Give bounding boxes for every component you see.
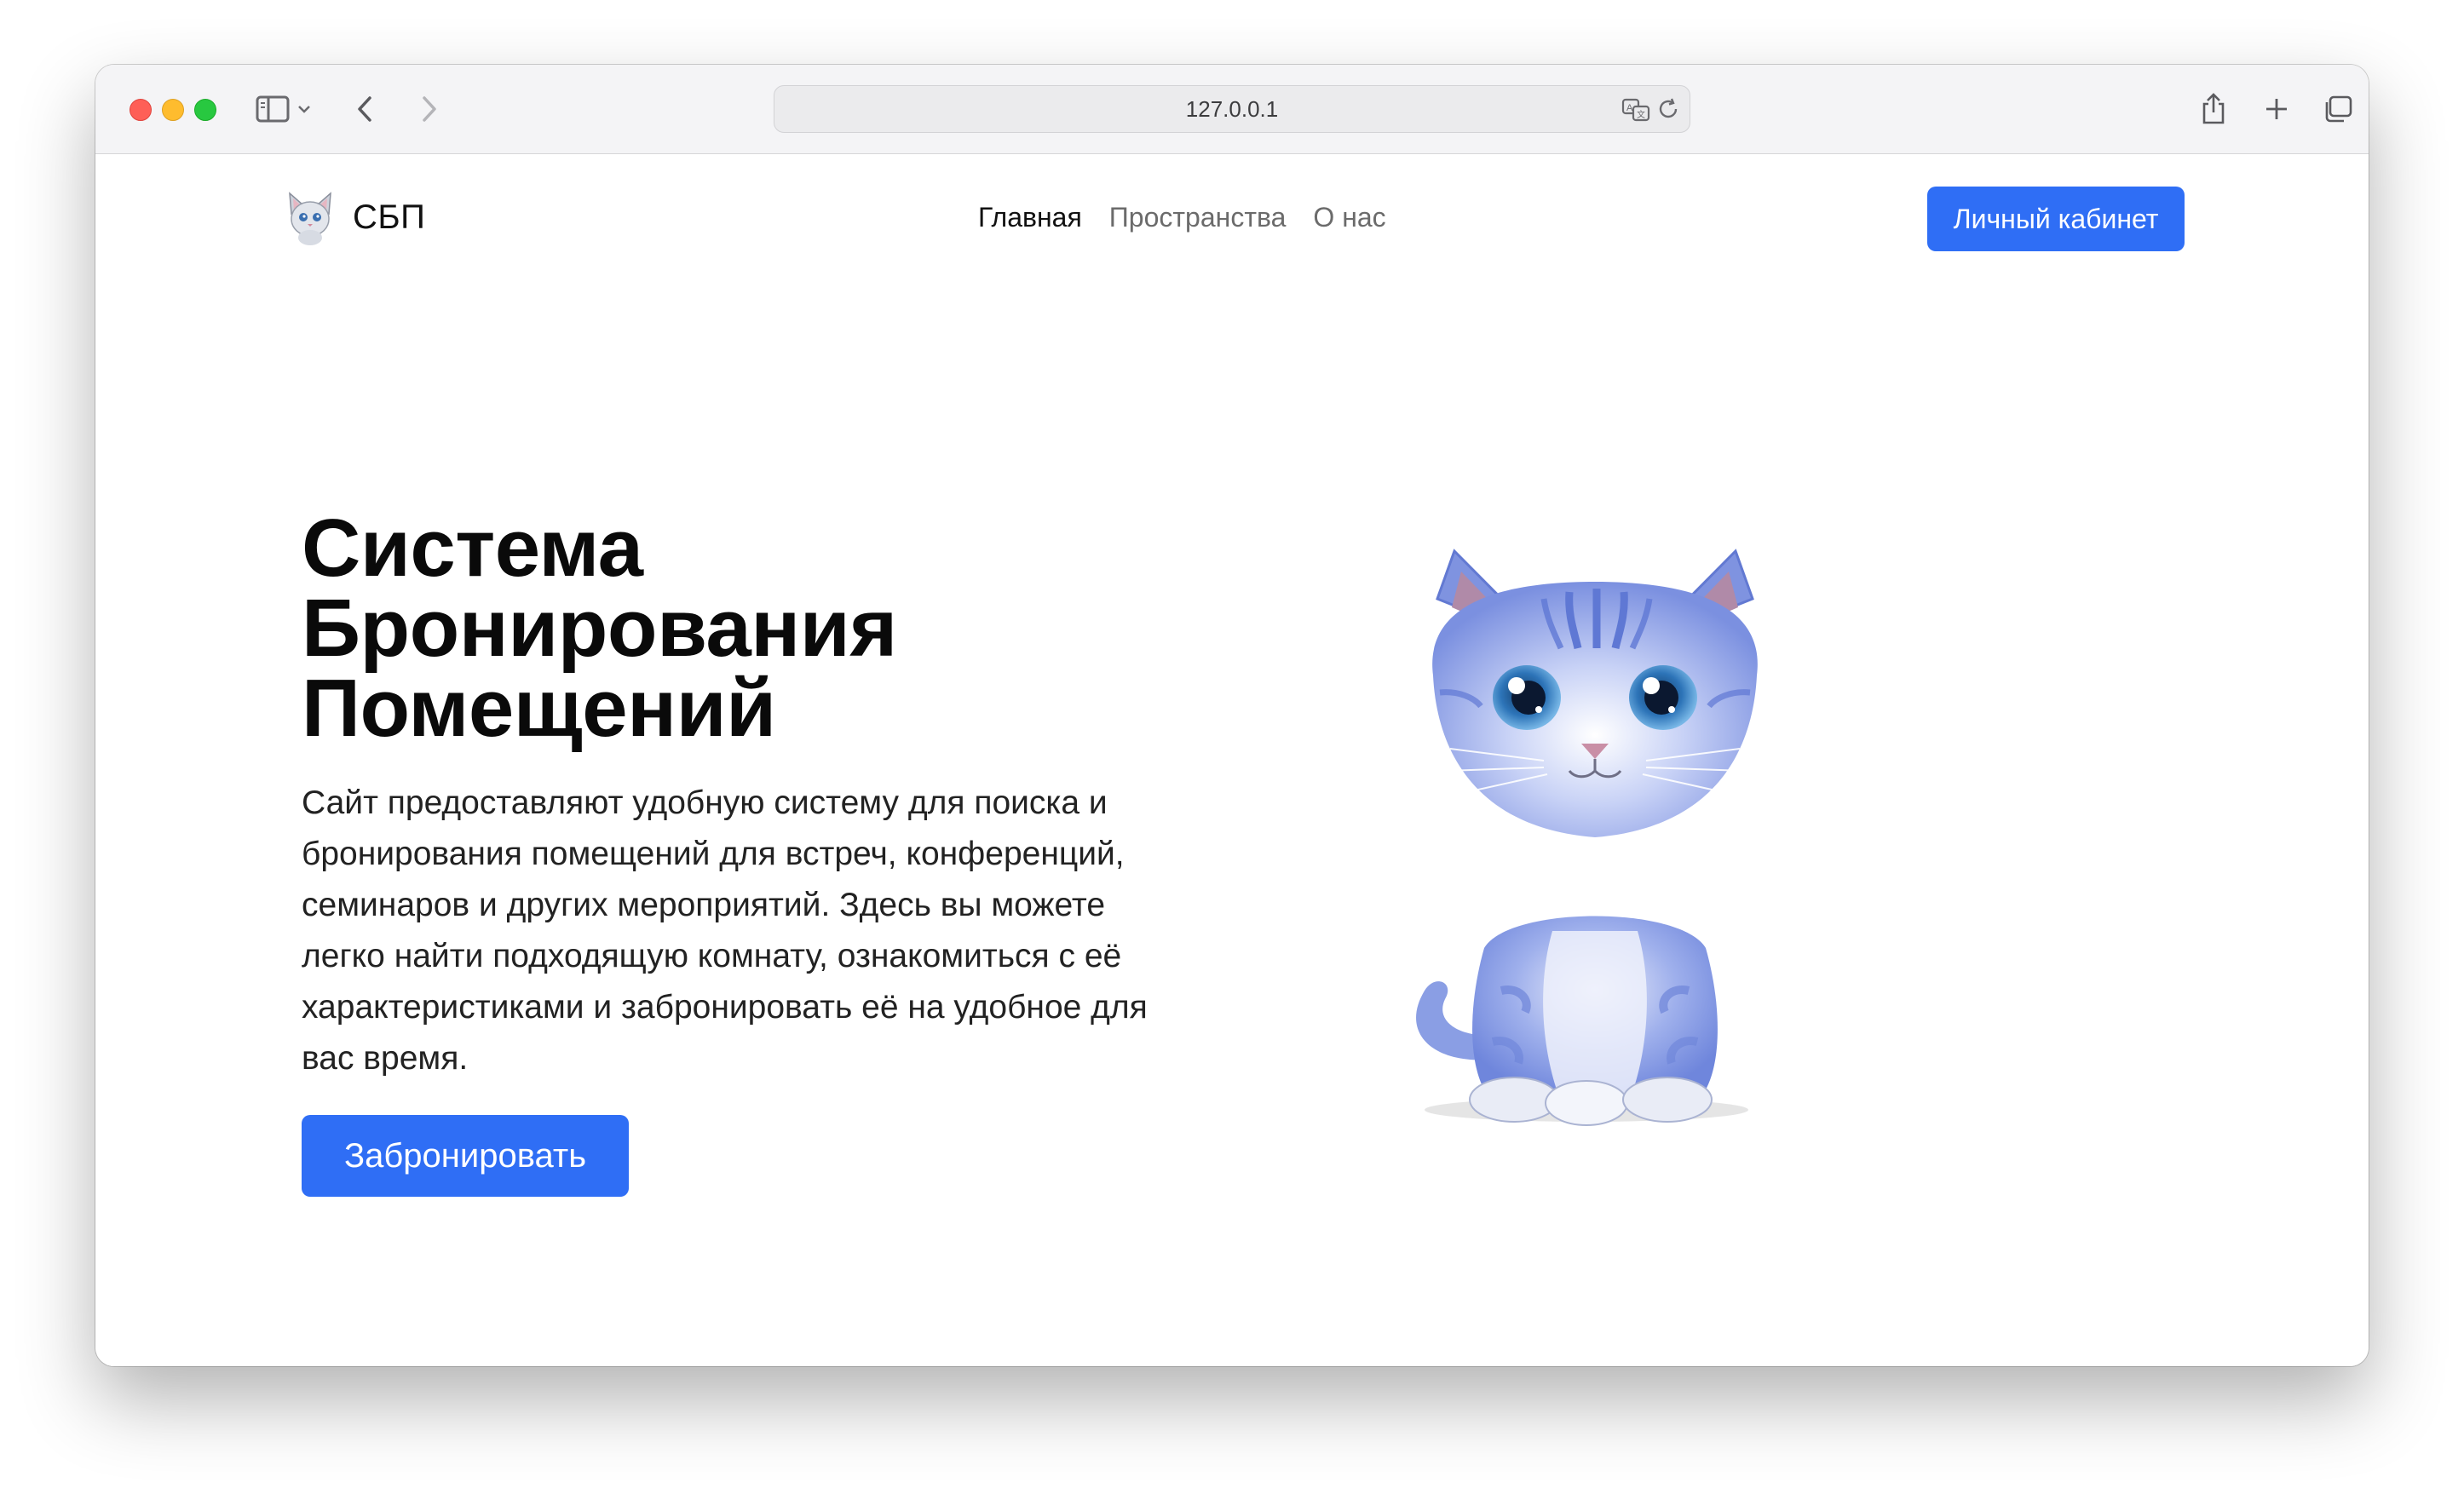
hero-title-line: Бронирования [302, 583, 897, 674]
cat-illustration [1416, 549, 1758, 1126]
page-content: СБП Главная Пространства О нас Личный ка… [95, 154, 2369, 1366]
sidebar-icon[interactable] [252, 89, 293, 129]
nav-link-spaces[interactable]: Пространства [1109, 195, 1287, 239]
account-button[interactable]: Личный кабинет [1927, 187, 2185, 251]
brand[interactable]: СБП [281, 185, 425, 250]
share-icon[interactable] [2193, 89, 2234, 129]
back-icon[interactable] [344, 89, 385, 129]
book-button[interactable]: Забронировать [302, 1115, 629, 1197]
url-text: 127.0.0.1 [1185, 96, 1279, 122]
cat-logo-icon [289, 192, 331, 245]
tabs-overview-icon[interactable] [2317, 89, 2358, 129]
chevron-down-icon[interactable] [291, 89, 317, 129]
hero-title: Система Бронирования Помещений [302, 508, 897, 750]
minimize-window-button[interactable] [162, 99, 184, 121]
hero-description: Сайт предоставляют удобную систему для п… [302, 784, 1148, 1077]
browser-toolbar: 127.0.0.1 A文 [95, 65, 2369, 154]
translate-icon[interactable]: A文 [1621, 96, 1650, 124]
address-bar[interactable]: 127.0.0.1 A文 [774, 85, 1690, 133]
forward-icon[interactable] [409, 89, 450, 129]
svg-text:A: A [1626, 103, 1633, 113]
browser-window: 127.0.0.1 A文 СБП Главная Пространства О … [95, 65, 2369, 1366]
nav-link-home[interactable]: Главная [978, 195, 1082, 239]
zoom-window-button[interactable] [194, 99, 216, 121]
reload-icon[interactable] [1655, 96, 1683, 124]
nav-link-about[interactable]: О нас [1313, 195, 1385, 239]
hero-title-line: Помещений [302, 663, 776, 754]
close-window-button[interactable] [130, 99, 152, 121]
main-nav: Главная Пространства О нас [978, 195, 1386, 239]
svg-text:文: 文 [1637, 109, 1645, 120]
hero-title-line: Система [302, 503, 643, 594]
brand-name: СБП [353, 198, 426, 236]
new-tab-icon[interactable] [2256, 89, 2297, 129]
